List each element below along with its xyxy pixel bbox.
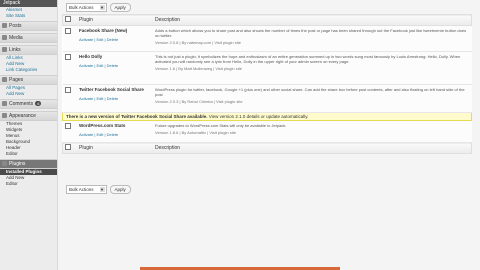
sidebar-section-comments[interactable]: Comments 6 [0, 99, 57, 109]
admin-sidebar: Jetpack Akismet Site Stats Posts Media L… [0, 0, 58, 270]
plugin-meta[interactable]: Version 1.6 | By Matt Mullenweg | Visit … [155, 66, 470, 71]
plugin-meta[interactable]: Version 1.8.6 | By Automattic | Visit pl… [155, 130, 470, 135]
bulk-actions-select[interactable]: Bulk Actions ▼ [66, 3, 107, 12]
row-checkbox[interactable] [64, 28, 71, 34]
comment-icon [2, 101, 7, 107]
update-notice-link[interactable]: View version 2.1.0 details or update aut… [209, 114, 309, 119]
column-description-header[interactable]: Description [153, 15, 472, 26]
sidebar-section-appearance[interactable]: Appearance [0, 111, 57, 121]
sidebar-item-link-categories[interactable]: Link Categories [0, 67, 57, 73]
plugin-name: Hello Dolly [79, 54, 103, 59]
row-checkbox[interactable] [64, 54, 71, 60]
plugin-description: Future upgrades to WordPress.com Stats w… [155, 123, 287, 128]
table-row: WordPress.com Stats Activate | Edit | Del… [62, 120, 472, 143]
plugin-icon [2, 161, 7, 167]
plugin-description: Adds a button which allows you to share … [155, 28, 467, 38]
page-icon [2, 77, 7, 83]
sidebar-section-media[interactable]: Media [0, 33, 57, 43]
row-checkbox[interactable] [64, 87, 71, 93]
select-all-checkbox[interactable] [65, 16, 71, 22]
plugin-name: Twitter Facebook Social Share [79, 87, 144, 92]
apply-button[interactable]: Apply [109, 3, 131, 12]
plugin-actions[interactable]: Activate | Edit | Delete [79, 132, 151, 137]
bulk-actions-top: Bulk Actions ▼ Apply [66, 3, 131, 12]
table-header: Plugin Description [62, 14, 472, 26]
plugin-name: WordPress.com Stats [79, 123, 126, 128]
table-row: Hello Dolly Activate | Edit | Delete This… [62, 51, 472, 85]
table-row: Twitter Facebook Social Share Activate | … [62, 84, 472, 113]
sidebar-section-posts[interactable]: Posts [0, 21, 57, 31]
media-icon [2, 35, 7, 41]
plugin-meta[interactable]: Version 2.0.3 | By Rahul Chimba | Visit … [155, 99, 470, 104]
select-all-checkbox-footer[interactable] [65, 144, 71, 150]
plugin-actions[interactable]: Activate | Edit | Delete [79, 96, 151, 101]
sidebar-section-plugins[interactable]: Plugins [0, 159, 57, 169]
bulk-actions-select-bottom[interactable]: Bulk Actions ▼ [66, 185, 107, 194]
sidebar-item-jetpack[interactable]: Jetpack [0, 0, 57, 7]
plugin-description: WordPress plugin for twitter, facebook, … [155, 87, 465, 97]
sidebar-item-theme-editor[interactable]: Editor [0, 151, 57, 157]
plugin-description: This is not just a plugin, it symbolizes… [155, 54, 461, 64]
column-description-footer[interactable]: Description [153, 143, 472, 154]
update-notice-row: There is a new version of Twitter Facebo… [62, 112, 472, 121]
sidebar-section-pages[interactable]: Pages [0, 75, 57, 85]
plugins-table: Plugin Description Facebook Share (New) A… [62, 14, 472, 154]
sidebar-item-add-new-page[interactable]: Add New [0, 91, 57, 97]
table-footer: Plugin Description [62, 142, 472, 154]
sidebar-item-site-stats[interactable]: Site Stats [0, 13, 57, 19]
bulk-actions-bottom: Bulk Actions ▼ Apply [66, 185, 131, 194]
apply-button-bottom[interactable]: Apply [109, 185, 131, 194]
chevron-down-icon: ▼ [99, 187, 105, 192]
appearance-icon [2, 113, 7, 119]
link-icon [2, 47, 7, 53]
column-plugin-footer[interactable]: Plugin [77, 143, 153, 154]
sidebar-section-links[interactable]: Links [0, 45, 57, 55]
main-content: Bulk Actions ▼ Apply Plugin Description F… [62, 0, 472, 270]
plugin-name: Facebook Share (New) [79, 28, 128, 33]
plugin-meta[interactable]: Version 2.0.8 | By natemay.com | Visit p… [155, 40, 470, 45]
table-row: Facebook Share (New) Activate | Edit | De… [62, 25, 472, 52]
column-plugin-header[interactable]: Plugin [77, 15, 153, 26]
plugin-actions[interactable]: Activate | Edit | Delete [79, 63, 151, 68]
sidebar-item-plugin-editor[interactable]: Editor [0, 181, 57, 187]
pin-icon [2, 23, 7, 29]
row-checkbox[interactable] [64, 123, 71, 129]
plugin-actions[interactable]: Activate | Edit | Delete [79, 37, 151, 42]
comments-count-badge: 6 [35, 101, 42, 106]
chevron-down-icon: ▼ [99, 5, 105, 10]
